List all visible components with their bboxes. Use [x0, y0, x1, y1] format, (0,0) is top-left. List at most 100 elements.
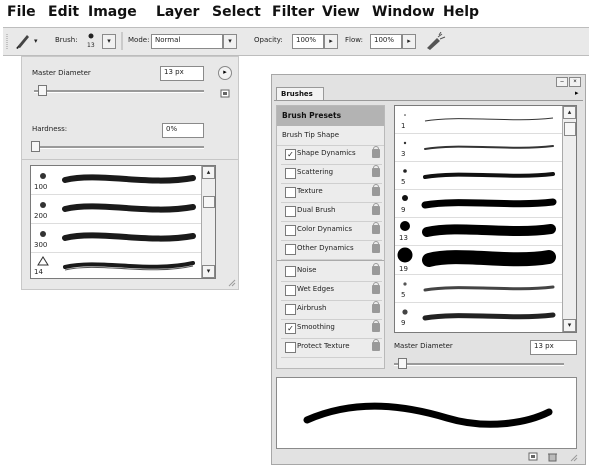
category-airbrush[interactable]: Airbrush — [281, 301, 382, 320]
lock-icon[interactable] — [372, 241, 380, 253]
list-item[interactable]: 1 — [395, 106, 562, 134]
list-item[interactable]: 5 — [395, 275, 562, 303]
lock-icon[interactable] — [372, 263, 380, 275]
brush-preset-list[interactable]: 100 200 300 14 ▴ ▾ — [30, 165, 216, 279]
category-label: Smoothing — [297, 323, 335, 331]
close-button[interactable]: × — [569, 77, 581, 87]
list-item[interactable]: 14 — [31, 253, 201, 278]
category-texture[interactable]: Texture — [281, 184, 382, 203]
shape-dynamics-checkbox[interactable]: ✓ — [285, 149, 296, 160]
flow-field[interactable]: 100% — [370, 34, 402, 49]
brush-preview[interactable]: 13 — [83, 30, 99, 52]
stroke-list-scrollbar[interactable]: ▴ ▾ — [562, 106, 576, 332]
panel-master-diameter-slider[interactable] — [394, 363, 564, 366]
opacity-field[interactable]: 100% — [292, 34, 324, 49]
list-item[interactable]: 3 — [395, 134, 562, 162]
menu-filter[interactable]: Filter — [272, 4, 314, 20]
scroll-thumb[interactable] — [203, 196, 215, 208]
lock-icon[interactable] — [372, 339, 380, 351]
tool-preset-picker[interactable]: ▾ — [13, 31, 43, 51]
panel-master-diameter-thumb[interactable] — [398, 358, 407, 369]
list-item[interactable]: 19 — [395, 246, 562, 275]
menu-image[interactable]: Image — [88, 4, 137, 20]
resize-grip-icon[interactable] — [570, 454, 578, 462]
other-dynamics-checkbox[interactable] — [285, 244, 296, 255]
scattering-checkbox[interactable] — [285, 168, 296, 179]
texture-checkbox[interactable] — [285, 187, 296, 198]
lock-icon[interactable] — [372, 184, 380, 196]
list-item[interactable]: 100 — [31, 166, 201, 195]
lock-icon[interactable] — [372, 320, 380, 332]
airbrush-icon[interactable] — [423, 32, 449, 52]
scroll-up-button[interactable]: ▴ — [563, 106, 576, 119]
category-dual-brush[interactable]: Dual Brush — [281, 203, 382, 222]
category-wet-edges[interactable]: Wet Edges — [281, 282, 382, 301]
list-item[interactable]: 5 — [395, 162, 562, 190]
panel-master-diameter-field[interactable]: 13 px — [530, 340, 577, 355]
hardness-thumb[interactable] — [31, 141, 40, 152]
category-smoothing[interactable]: ✓ Smoothing — [281, 320, 382, 339]
menu-edit[interactable]: Edit — [48, 4, 79, 20]
tab-brushes[interactable]: Brushes — [276, 87, 324, 101]
lock-icon[interactable] — [372, 165, 380, 177]
opacity-slider-button[interactable]: ▸ — [324, 34, 338, 49]
protect-texture-checkbox[interactable] — [285, 342, 296, 353]
lock-icon[interactable] — [372, 203, 380, 215]
picker-menu-button[interactable]: ▸ — [218, 66, 232, 80]
menu-file[interactable]: File — [7, 4, 36, 20]
wet-edges-checkbox[interactable] — [285, 285, 296, 296]
menu-window[interactable]: Window — [372, 4, 435, 20]
master-diameter-thumb[interactable] — [38, 85, 47, 96]
brush-presets-header[interactable]: Brush Presets — [277, 106, 384, 126]
preset-size: 1 — [401, 122, 406, 130]
lock-icon[interactable] — [372, 146, 380, 158]
menu-view[interactable]: View — [322, 4, 360, 20]
lock-icon[interactable] — [372, 282, 380, 294]
category-noise[interactable]: Noise — [281, 263, 382, 282]
preset-list-scrollbar[interactable]: ▴ ▾ — [201, 166, 215, 278]
scroll-down-button[interactable]: ▾ — [202, 265, 215, 278]
brush-stroke-list[interactable]: 1 3 5 9 13 19 5 9 ▴ ▾ — [394, 105, 577, 333]
hardness-field[interactable]: 0% — [162, 123, 204, 138]
trash-icon[interactable] — [547, 452, 559, 462]
brush-presets-label: Brush Presets — [282, 111, 342, 120]
mode-select[interactable]: Normal — [151, 34, 223, 49]
color-dynamics-checkbox[interactable] — [285, 225, 296, 236]
list-item[interactable]: 200 — [31, 195, 201, 224]
noise-checkbox[interactable] — [285, 266, 296, 277]
panel-menu-icon[interactable]: ▸ — [575, 89, 579, 97]
master-diameter-field[interactable]: 13 px — [160, 66, 204, 81]
scroll-thumb[interactable] — [564, 122, 576, 136]
brush-tip-icon — [403, 141, 407, 145]
list-item[interactable]: 300 — [31, 224, 201, 253]
menu-select[interactable]: Select — [212, 4, 261, 20]
save-brush-icon[interactable] — [220, 89, 232, 99]
dual-brush-checkbox[interactable] — [285, 206, 296, 217]
airbrush-checkbox[interactable] — [285, 304, 296, 315]
new-brush-icon[interactable] — [527, 452, 541, 462]
hardness-slider[interactable] — [34, 146, 204, 149]
brush-picker-button[interactable]: ▾ — [102, 34, 116, 49]
menu-help[interactable]: Help — [443, 4, 479, 20]
lock-icon[interactable] — [372, 222, 380, 234]
category-shape-dynamics[interactable]: ✓ Shape Dynamics — [281, 146, 382, 165]
category-label: Texture — [297, 187, 323, 195]
scroll-down-button[interactable]: ▾ — [563, 319, 576, 332]
lock-icon[interactable] — [372, 301, 380, 313]
list-item[interactable]: 13 — [395, 218, 562, 246]
resize-grip-icon[interactable] — [228, 279, 236, 287]
category-protect-texture[interactable]: Protect Texture — [281, 339, 382, 358]
brush-tip-shape-item[interactable]: Brush Tip Shape — [277, 126, 384, 146]
list-item[interactable]: 9 — [395, 190, 562, 218]
list-item[interactable]: 9 — [395, 303, 562, 332]
category-other-dynamics[interactable]: Other Dynamics — [281, 241, 382, 260]
scroll-up-button[interactable]: ▴ — [202, 166, 215, 179]
category-color-dynamics[interactable]: Color Dynamics — [281, 222, 382, 241]
master-diameter-slider[interactable] — [34, 90, 204, 93]
flow-slider-button[interactable]: ▸ — [402, 34, 416, 49]
smoothing-checkbox[interactable]: ✓ — [285, 323, 296, 334]
category-scattering[interactable]: Scattering — [281, 165, 382, 184]
mode-dropdown-button[interactable]: ▾ — [223, 34, 237, 49]
menu-layer[interactable]: Layer — [156, 4, 199, 20]
minimize-button[interactable]: – — [556, 77, 568, 87]
